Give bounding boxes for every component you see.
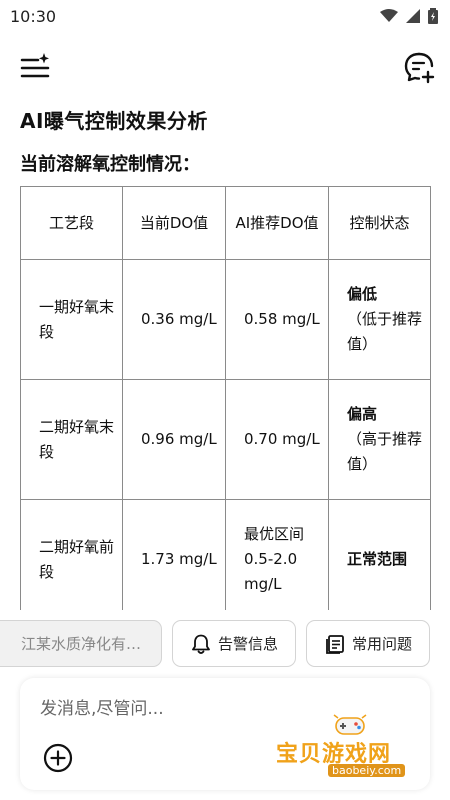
header-recommended-do: AI推荐DO值 [225,186,329,260]
signal-icon [406,9,420,23]
menu-sparkle-icon[interactable] [18,50,52,82]
status-icons [380,8,438,24]
message-input[interactable] [40,694,290,724]
faq-chip-label: 常用问题 [351,635,412,653]
alarm-info-chip[interactable]: 告警信息 [172,620,296,667]
status-note: （低于推荐值） [347,310,423,353]
cell-status: 偏高 （高于推荐值） [328,379,431,500]
cell-segment: 一期好氧末段 [20,259,123,380]
company-chip-label: 江某水质净化有… [21,635,142,653]
header-segment: 工艺段 [20,186,123,260]
status-note: （高于推荐值） [347,430,423,473]
add-attachment-icon[interactable] [42,742,74,774]
cell-current-do: 1.73 mg/L [122,499,226,610]
cell-status: 正常范围 [328,499,431,610]
cell-segment: 二期好氧前段 [20,499,123,610]
gamepad-icon [333,714,367,735]
bell-icon [192,634,210,654]
cell-recommended-do: 0.58 mg/L [225,259,329,380]
header-current-do: 当前DO值 [122,186,226,260]
do-control-table: 工艺段 当前DO值 AI推荐DO值 控制状态 一期好氧末段 0.36 mg/L … [20,186,431,610]
faq-chip[interactable]: 常用问题 [306,620,430,667]
chat-content[interactable]: AI曝气控制效果分析 当前溶解氧控制情况： 工艺段 当前DO值 AI推荐DO值 … [0,100,450,610]
wifi-icon [380,9,398,22]
status-bar: 10:30 [0,0,450,32]
status-label: 正常范围 [347,550,408,568]
new-chat-icon[interactable] [402,50,436,84]
quick-action-chips: 江某水质净化有… 告警信息 常用问题 [0,618,450,670]
section-subtitle: 当前溶解氧控制情况： [20,154,200,175]
table-header-row: 工艺段 当前DO值 AI推荐DO值 控制状态 [20,186,431,260]
table-row: 二期好氧前段 1.73 mg/L 最优区间 0.5-2.0 mg/L 正常范围 [20,499,431,610]
status-time: 10:30 [10,6,57,26]
company-chip[interactable]: 江某水质净化有… [0,620,162,667]
status-label: 偏高 [347,405,378,423]
cell-recommended-do: 0.70 mg/L [225,379,329,500]
cell-recommended-do: 最优区间 0.5-2.0 mg/L [225,499,329,610]
cell-current-do: 0.36 mg/L [122,259,226,380]
document-list-icon [326,634,344,654]
header-status: 控制状态 [328,186,431,260]
cell-status: 偏低 （低于推荐值） [328,259,431,380]
page-title: AI曝气控制效果分析 [20,109,208,133]
watermark-logo: 宝贝游戏网 baobeiy.com [276,712,426,782]
watermark-url: baobeiy.com [328,764,406,777]
table-row: 二期好氧末段 0.96 mg/L 0.70 mg/L 偏高 （高于推荐值） [20,379,431,500]
cell-current-do: 0.96 mg/L [122,379,226,500]
cell-segment: 二期好氧末段 [20,379,123,500]
battery-icon [428,8,438,24]
alarm-chip-label: 告警信息 [217,635,278,653]
top-bar [0,44,450,88]
table-row: 一期好氧末段 0.36 mg/L 0.58 mg/L 偏低 （低于推荐值） [20,259,431,380]
status-label: 偏低 [347,285,378,303]
